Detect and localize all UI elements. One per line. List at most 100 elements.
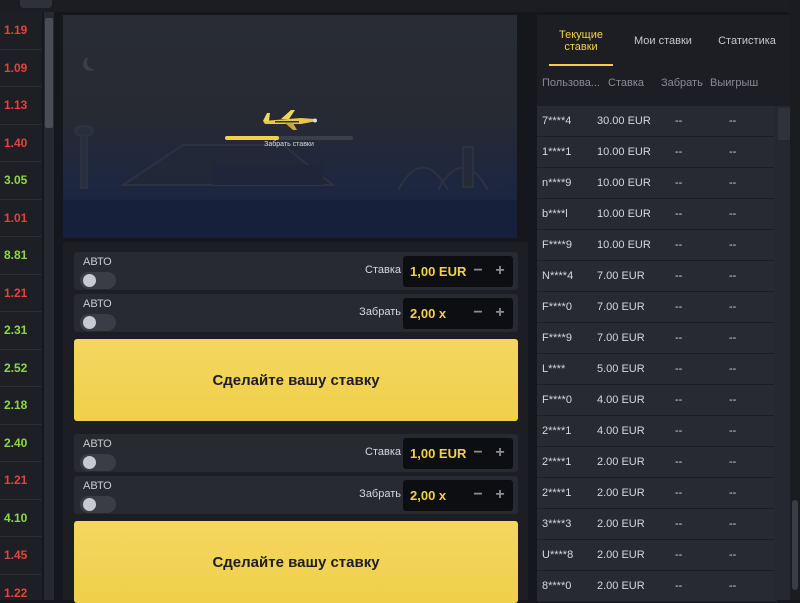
table-row: 2****1 4.00 EUR -- -- <box>537 416 777 447</box>
place-bet-button[interactable]: Сделайте вашу ставку <box>74 521 518 603</box>
history-multiplier[interactable]: 2.18 <box>0 387 42 425</box>
table-row: F****0 7.00 EUR -- -- <box>537 292 777 323</box>
win-amount: -- <box>729 456 737 468</box>
plus-icon[interactable]: + <box>492 487 508 503</box>
history-multiplier[interactable]: 1.45 <box>0 537 42 575</box>
table-row: L**** 5.00 EUR -- -- <box>537 354 777 385</box>
plus-icon[interactable]: + <box>492 263 508 279</box>
cashout-value[interactable]: 2,00 x <box>410 306 446 321</box>
history-multiplier[interactable]: 2.52 <box>0 350 42 387</box>
cashout-multiplier: -- <box>675 549 683 561</box>
player-name: 3****3 <box>542 518 572 530</box>
cashout-multiplier: -- <box>675 177 683 189</box>
cashout-multiplier: -- <box>675 270 683 282</box>
history-scrollbar[interactable] <box>44 12 54 600</box>
history-multiplier[interactable]: 1.21 <box>0 275 42 312</box>
player-name: 1****1 <box>542 146 572 158</box>
bet-amount: 2.00 EUR <box>597 549 645 561</box>
player-name: F****9 <box>542 332 572 344</box>
tab-current-bets[interactable]: Текущие ставки <box>543 15 619 66</box>
cashout-multiplier: -- <box>675 580 683 592</box>
column-win: Выигрыш <box>710 77 759 89</box>
stake-value[interactable]: 1,00 EUR <box>410 264 466 279</box>
cashout-label: Забрать <box>359 488 401 500</box>
history-multiplier[interactable]: 1.22 <box>0 575 42 601</box>
minus-icon[interactable]: − <box>470 487 486 503</box>
player-name: F****0 <box>542 394 572 406</box>
player-name: L**** <box>542 363 566 375</box>
auto-cashout-toggle[interactable] <box>80 496 116 513</box>
cashout-multiplier: -- <box>675 363 683 375</box>
toggle-knob <box>83 274 96 287</box>
top-bar <box>0 0 800 12</box>
player-name: 2****1 <box>542 425 572 437</box>
table-row: 7****4 30.00 EUR -- -- <box>537 106 777 137</box>
player-name: F****0 <box>542 301 572 313</box>
auto-bet-toggle[interactable] <box>80 272 116 289</box>
stake-field[interactable]: 1,00 EUR − + <box>403 438 513 469</box>
history-multiplier[interactable]: 1.13 <box>0 87 42 125</box>
history-multiplier[interactable]: 1.01 <box>0 200 42 237</box>
runway <box>63 200 517 238</box>
win-amount: -- <box>729 425 737 437</box>
auto-label: АВТО <box>83 480 112 492</box>
bet-amount: 10.00 EUR <box>597 146 651 158</box>
history-multiplier[interactable]: 8.81 <box>0 237 42 275</box>
player-name: n****9 <box>542 177 572 189</box>
history-scroll-thumb[interactable] <box>45 18 53 128</box>
history-multiplier[interactable]: 1.21 <box>0 462 42 500</box>
bet-amount: 5.00 EUR <box>597 363 645 375</box>
table-row: 3****3 2.00 EUR -- -- <box>537 509 777 540</box>
cashout-value[interactable]: 2,00 x <box>410 488 446 503</box>
top-tab-stub[interactable] <box>20 0 52 8</box>
auto-label: АВТО <box>83 256 112 268</box>
plus-icon[interactable]: + <box>492 305 508 321</box>
tab-statistics[interactable]: Статистика <box>709 15 785 66</box>
minus-icon[interactable]: − <box>470 263 486 279</box>
cashout-field[interactable]: 2,00 x − + <box>403 480 513 511</box>
stake-row: АВТО Ставка 1,00 EUR − + <box>74 252 518 290</box>
auto-cashout-toggle[interactable] <box>80 314 116 331</box>
cashout-multiplier: -- <box>675 301 683 313</box>
stake-field[interactable]: 1,00 EUR − + <box>403 256 513 287</box>
cashout-multiplier: -- <box>675 332 683 344</box>
history-multiplier[interactable]: 2.40 <box>0 425 42 462</box>
stake-value[interactable]: 1,00 EUR <box>410 446 466 461</box>
page-scroll-thumb[interactable] <box>792 500 798 590</box>
minus-icon[interactable]: − <box>470 445 486 461</box>
bets-table: 7****4 30.00 EUR -- -- 1****1 10.00 EUR -- -- n*… <box>537 106 777 602</box>
minus-icon[interactable]: − <box>470 305 486 321</box>
table-row: n****9 10.00 EUR -- -- <box>537 168 777 199</box>
bet-amount: 2.00 EUR <box>597 518 645 530</box>
progress-bar-fill <box>225 136 279 140</box>
history-multiplier[interactable]: 3.05 <box>0 162 42 200</box>
win-amount: -- <box>729 239 737 251</box>
table-row: F****0 4.00 EUR -- -- <box>537 385 777 416</box>
win-amount: -- <box>729 394 737 406</box>
player-name: 7****4 <box>542 115 572 127</box>
place-bet-button[interactable]: Сделайте вашу ставку <box>74 339 518 421</box>
bet-amount: 2.00 EUR <box>597 487 645 499</box>
stake-label: Ставка <box>365 446 401 458</box>
cashout-multiplier: -- <box>675 425 683 437</box>
history-multiplier[interactable]: 1.40 <box>0 125 42 162</box>
cashout-multiplier: -- <box>675 239 683 251</box>
bet-amount: 7.00 EUR <box>597 270 645 282</box>
history-multiplier[interactable]: 1.09 <box>0 50 42 87</box>
history-multiplier[interactable]: 4.10 <box>0 500 42 537</box>
table-row: U****8 2.00 EUR -- -- <box>537 540 777 571</box>
cashout-field[interactable]: 2,00 x − + <box>403 298 513 329</box>
auto-bet-toggle[interactable] <box>80 454 116 471</box>
player-name: 2****1 <box>542 487 572 499</box>
cashout-label: Забрать <box>359 306 401 318</box>
plus-icon[interactable]: + <box>492 445 508 461</box>
table-row: F****9 10.00 EUR -- -- <box>537 230 777 261</box>
history-multiplier[interactable]: 1.19 <box>0 12 42 50</box>
history-multiplier[interactable]: 2.31 <box>0 312 42 350</box>
cashout-multiplier: -- <box>675 394 683 406</box>
player-name: F****9 <box>542 239 572 251</box>
plane-icon <box>263 110 317 130</box>
tab-my-bets[interactable]: Мои ставки <box>625 15 701 66</box>
page-scrollbar[interactable] <box>790 0 800 600</box>
bet-controls: АВТО Ставка 1,00 EUR − + АВТО Забрать 2,… <box>63 242 528 603</box>
